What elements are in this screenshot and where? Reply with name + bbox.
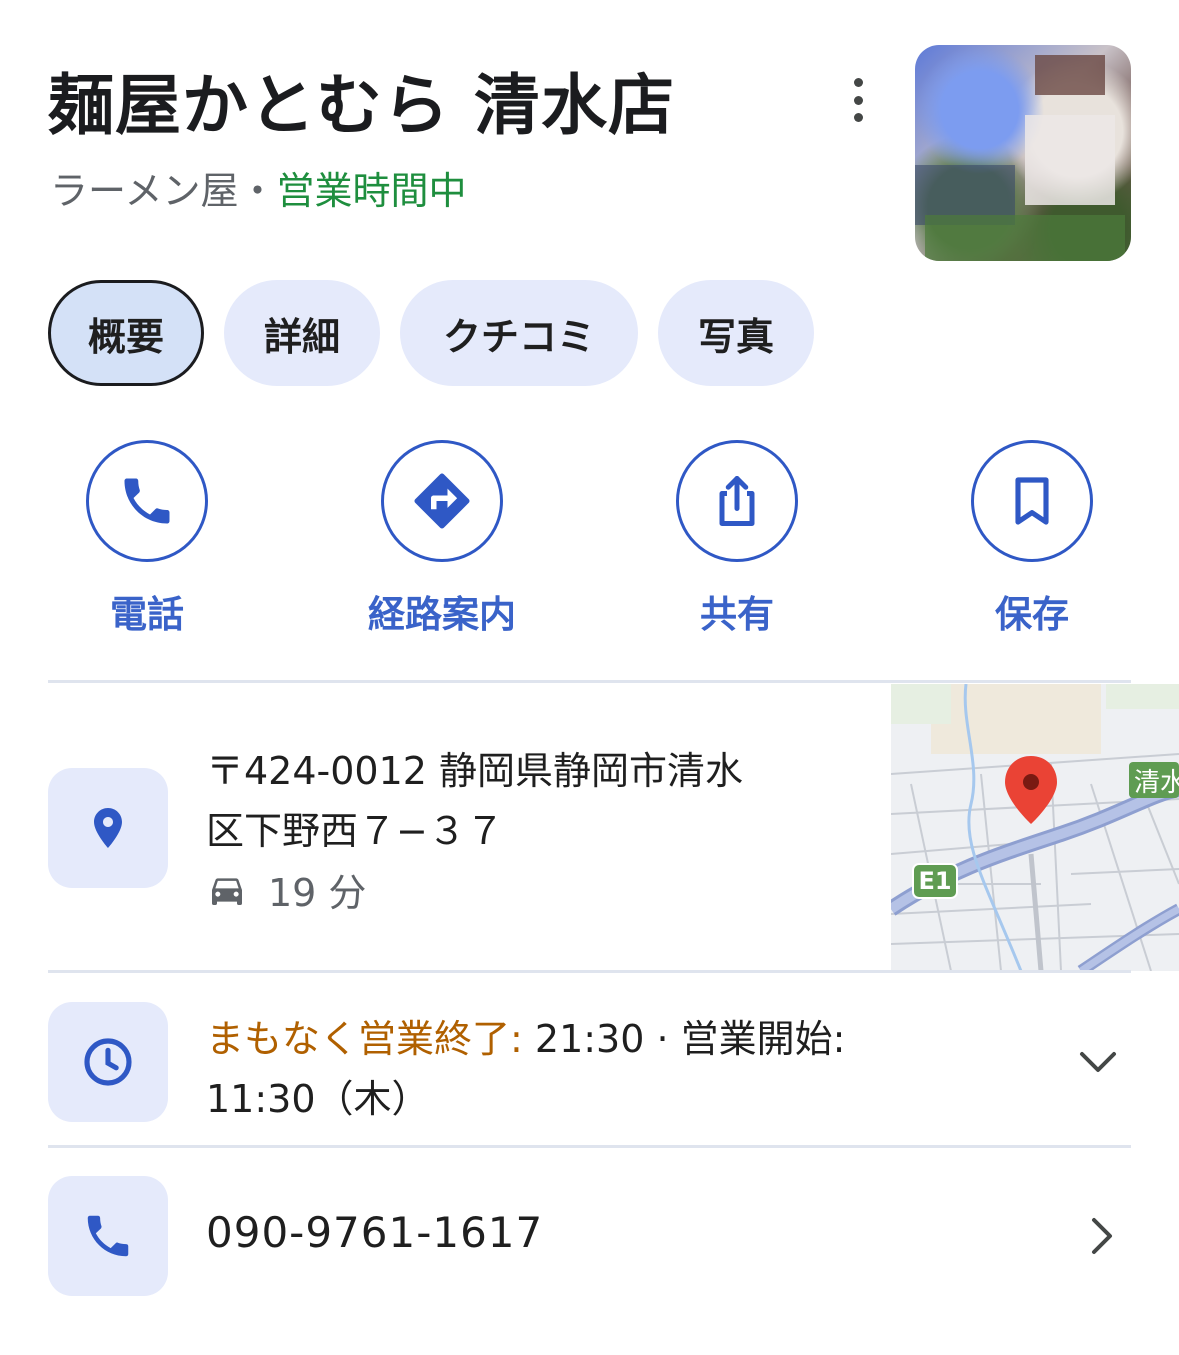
- call-label: 電話: [110, 593, 184, 636]
- hours-line-1: まもなく営業終了: 21:30 · 営業開始:: [206, 1008, 845, 1063]
- phone-icon: [124, 478, 170, 524]
- car-icon: [212, 877, 242, 905]
- close-time: 21:30 · 営業開始:: [522, 1017, 846, 1061]
- open-status: 営業時間中: [276, 169, 467, 213]
- more-options-icon[interactable]: [846, 78, 870, 122]
- share-icon: [719, 476, 755, 526]
- tab-photos[interactable]: 写真: [658, 280, 814, 386]
- drive-time: 19 分: [206, 862, 366, 917]
- separator: ・: [238, 169, 277, 213]
- chevron-down-icon[interactable]: [1078, 1048, 1118, 1076]
- save-action-button[interactable]: 保存: [902, 440, 1162, 638]
- share-action-button[interactable]: 共有: [607, 440, 867, 638]
- directions-icon: [414, 473, 470, 529]
- phone-number[interactable]: 090-9761-1617: [206, 1208, 543, 1257]
- directions-button-circle[interactable]: [381, 440, 503, 562]
- chevron-right-icon[interactable]: [1086, 1216, 1116, 1256]
- divider: [48, 970, 1131, 973]
- tab-reviews[interactable]: クチコミ: [400, 280, 638, 386]
- save-button-circle[interactable]: [971, 440, 1093, 562]
- address-icon-box: [48, 768, 168, 888]
- map-drawing: [891, 684, 1179, 971]
- tab-bar: 概要 詳細 クチコミ 写真: [48, 280, 814, 386]
- divider: [48, 1145, 1131, 1148]
- hours-row[interactable]: [48, 1002, 168, 1122]
- save-label: 保存: [995, 593, 1069, 636]
- directions-label: 経路案内: [368, 593, 516, 636]
- share-label: 共有: [700, 593, 774, 636]
- place-subtitle: ラーメン屋・営業時間中: [50, 160, 467, 215]
- phone-icon-box: [48, 1176, 168, 1296]
- share-button-circle[interactable]: [676, 440, 798, 562]
- phone-row[interactable]: [48, 1176, 168, 1296]
- bookmark-icon: [1015, 477, 1049, 525]
- action-row: 電話 経路案内 共有 保存: [0, 440, 1179, 640]
- address-line-2: 区下野西７−３７: [206, 809, 504, 853]
- location-pin-icon: [94, 808, 122, 848]
- tab-overview[interactable]: 概要: [48, 280, 204, 386]
- next-open-time: 11:30（木）: [206, 1077, 430, 1121]
- call-button-circle[interactable]: [86, 440, 208, 562]
- address-row[interactable]: [48, 768, 168, 888]
- divider: [48, 680, 1131, 683]
- place-title: 麺屋かとむら 清水店: [48, 67, 675, 144]
- map-thumbnail[interactable]: E1 清水: [891, 684, 1179, 971]
- category-label: ラーメン屋: [50, 169, 239, 213]
- call-action-button[interactable]: 電話: [17, 440, 277, 638]
- hours-icon-box: [48, 1002, 168, 1122]
- clock-icon: [84, 1038, 132, 1086]
- tab-details[interactable]: 詳細: [224, 280, 380, 386]
- closing-soon-status: まもなく営業終了:: [206, 1017, 523, 1061]
- area-label: 清水: [1134, 767, 1179, 798]
- route-e1-label: E1: [918, 867, 952, 895]
- phone-icon: [87, 1215, 129, 1257]
- drive-time-text: 19 分: [268, 871, 367, 915]
- address-line-1: 〒424-0012 静岡県静岡市清水: [206, 749, 744, 793]
- place-photo-thumbnail[interactable]: [915, 45, 1131, 261]
- directions-action-button[interactable]: 経路案内: [312, 440, 572, 638]
